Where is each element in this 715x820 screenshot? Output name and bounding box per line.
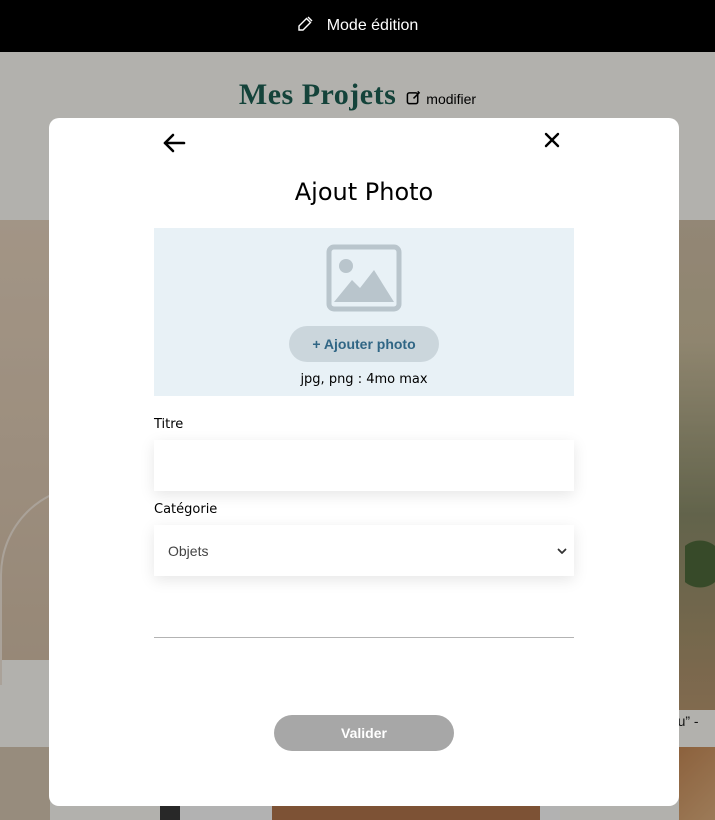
modal-title: Ajout Photo	[294, 178, 434, 206]
arrow-left-icon	[163, 133, 186, 153]
add-photo-modal: Ajout Photo + Ajouter photo jpg, png : 4…	[49, 118, 679, 806]
category-label: Catégorie	[154, 502, 218, 517]
title-input[interactable]	[154, 440, 574, 491]
divider	[154, 637, 574, 638]
chevron-down-icon	[557, 548, 567, 554]
add-photo-button[interactable]: + Ajouter photo	[289, 326, 439, 362]
submit-button[interactable]: Valider	[274, 715, 454, 751]
photo-upload-zone: + Ajouter photo jpg, png : 4mo max	[154, 228, 574, 396]
back-button[interactable]	[161, 130, 187, 156]
category-select[interactable]: Objets	[154, 525, 574, 576]
image-icon	[326, 244, 402, 312]
close-button[interactable]	[542, 130, 562, 150]
title-label: Titre	[154, 417, 184, 432]
edit-icon	[297, 16, 313, 37]
edit-mode-bar: Mode édition	[0, 0, 715, 52]
upload-hint: jpg, png : 4mo max	[300, 372, 428, 387]
category-selected-value: Objets	[168, 542, 209, 559]
close-icon	[544, 132, 560, 148]
edit-mode-label: Mode édition	[326, 17, 419, 34]
